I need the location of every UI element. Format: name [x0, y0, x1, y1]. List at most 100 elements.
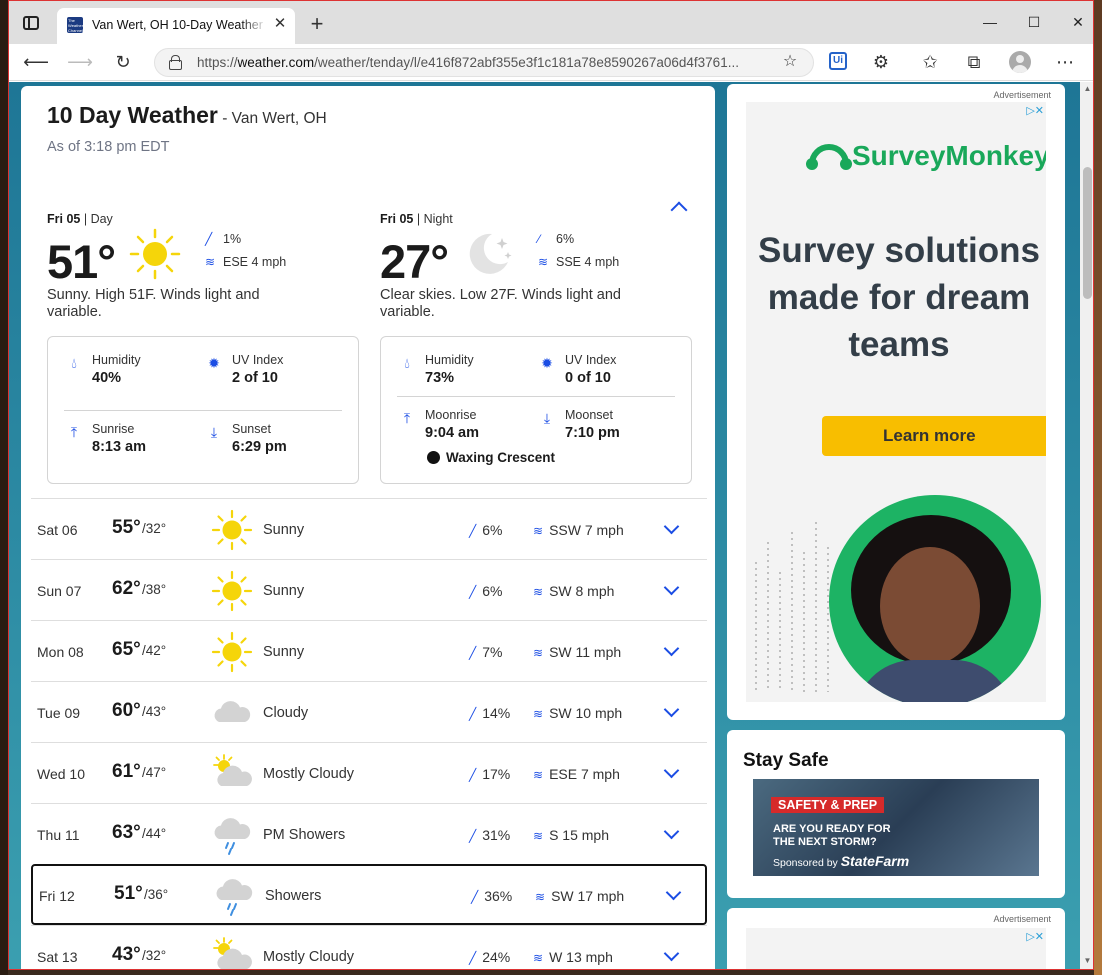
scroll-down-icon[interactable]: ▼ — [1083, 956, 1092, 965]
row-precip: ╱ 14% — [469, 705, 511, 721]
row-wind: ≋ S 15 mph — [533, 827, 609, 843]
expand-chevron-down-icon[interactable] — [663, 518, 680, 535]
expand-chevron-down-icon[interactable] — [663, 762, 680, 779]
new-tab-button[interactable]: + — [305, 13, 329, 37]
expand-chevron-down-icon[interactable] — [663, 823, 680, 840]
minimize-icon[interactable]: — — [975, 11, 1005, 33]
raindrop-icon: ╱ — [469, 707, 477, 721]
forecast-row[interactable]: Wed 10 61°/47° Mostly Cloudy ╱ 17% ≋ ESE 7 mph — [31, 742, 707, 803]
row-day: Mon 08 — [37, 644, 84, 660]
day-description: Sunny. High 51F. Winds light and variabl… — [47, 287, 260, 320]
wind-icon: ≋ — [205, 255, 216, 269]
raindrop-icon: ╱ — [469, 768, 477, 782]
details-divider — [64, 410, 342, 411]
humidity-icon: 💧︎ — [404, 355, 410, 371]
address-bar[interactable]: https://weather.com/weather/tenday/l/e41… — [154, 48, 814, 77]
row-condition: Sunny — [263, 522, 305, 538]
extensions-puzzle-icon[interactable]: ⚙ — [868, 50, 894, 74]
night-panel-date: Fri 05 | Night — [380, 212, 453, 226]
learn-more-button[interactable]: Learn more — [822, 416, 1046, 456]
row-wind: ≋ SSW 7 mph — [533, 522, 624, 538]
row-precip: ╱ 17% — [469, 766, 511, 782]
row-condition: PM Showers — [263, 827, 346, 843]
expand-chevron-down-icon[interactable] — [663, 640, 680, 657]
row-wind: ≋ SW 8 mph — [533, 583, 615, 599]
forecast-row[interactable]: Sun 07 62°/38° Sunny ╱ 6% ≋ SW 8 mph — [31, 559, 707, 620]
url-text[interactable]: https://weather.com/weather/tenday/l/e41… — [197, 55, 739, 70]
wind-icon: ≋ — [533, 829, 544, 843]
row-low-temp: /32° — [142, 948, 167, 963]
row-precip: ╱ 31% — [469, 827, 511, 843]
ad-choices-icon[interactable]: ▷✕ — [1026, 104, 1044, 117]
row-low-temp: /36° — [144, 887, 169, 902]
ad-label: Advertisement — [993, 90, 1051, 100]
refresh-icon[interactable]: ↻ — [110, 50, 136, 74]
row-condition: Cloudy — [263, 705, 309, 721]
ad-choices-icon[interactable]: ▷✕ — [1026, 930, 1044, 943]
advertisement-bottom[interactable]: Advertisement ▷✕ — [727, 908, 1065, 969]
scroll-thumb[interactable] — [1083, 167, 1092, 299]
moon-stars-icon — [469, 233, 512, 274]
row-wind: ≋ ESE 7 mph — [533, 766, 620, 782]
expand-chevron-down-icon[interactable] — [663, 579, 680, 596]
row-wind: ≋ SW 11 mph — [533, 644, 622, 660]
row-high-temp: 51° — [114, 883, 143, 904]
raindrop-icon: ╱ — [471, 890, 479, 904]
page-scrollbar[interactable]: ▲ ▼ — [1080, 82, 1093, 969]
stay-safe-module[interactable]: Stay Safe SAFETY & PREP ARE YOU READY FO… — [727, 730, 1065, 898]
expand-chevron-down-icon[interactable] — [663, 701, 680, 718]
day-panel-date: Fri 05 | Day — [47, 212, 113, 226]
forecast-row[interactable]: Mon 08 65°/42° Sunny ╱ 7% ≋ SW 11 mph — [31, 620, 707, 681]
address-toolbar: ⟵ ⟶ ↻ https://weather.com/weather/tenday… — [9, 44, 1093, 81]
favorites-icon[interactable]: ✩ — [917, 50, 943, 74]
showers-icon — [211, 814, 253, 856]
advertisement-surveymonkey[interactable]: Advertisement ▷✕ SurveyMonkey Survey sol… — [727, 84, 1065, 720]
maximize-icon[interactable]: ☐ — [1019, 11, 1049, 33]
ad-creative[interactable]: ▷✕ — [746, 928, 1046, 969]
row-high-temp: 61° — [112, 761, 141, 782]
lock-icon[interactable] — [169, 55, 182, 70]
close-tab-icon[interactable]: ✕ — [271, 15, 289, 33]
forecast-row[interactable]: Tue 09 60°/43° Cloudy ╱ 14% ≋ SW 10 mph — [31, 681, 707, 742]
page-title-main: 10 Day Weather — [47, 102, 218, 128]
more-menu-icon[interactable]: ⋯ — [1052, 50, 1078, 74]
close-window-icon[interactable]: ✕ — [1063, 11, 1093, 33]
ad-portrait-image — [829, 495, 1041, 702]
forecast-row[interactable]: Fri 12 51°/36° Showers ╱ 36% ≋ SW 17 mph — [31, 864, 707, 925]
back-icon[interactable]: ⟵ — [23, 50, 49, 74]
row-low-temp: /44° — [142, 826, 167, 841]
forecast-row[interactable]: Sat 13 43°/32° Mostly Cloudy ╱ 24% ≋ W 13 mph — [31, 925, 707, 969]
moonset-icon: ⤓ — [543, 410, 551, 426]
row-precip: ╱ 7% — [469, 644, 503, 660]
details-divider — [397, 396, 675, 397]
wind-icon: ≋ — [533, 524, 544, 538]
wind-icon: ≋ — [533, 585, 544, 599]
ten-day-card: 10 Day Weather - Van Wert, OH As of 3:18… — [21, 86, 715, 969]
collections-icon[interactable]: ⧉ — [961, 50, 987, 74]
profile-avatar-icon[interactable] — [1009, 51, 1031, 73]
tab-actions-icon[interactable] — [23, 16, 39, 30]
as-of-timestamp: As of 3:18 pm EDT — [47, 139, 170, 155]
expand-chevron-down-icon[interactable] — [665, 884, 682, 901]
add-favorite-icon[interactable]: ☆ — [777, 50, 803, 74]
surveymonkey-logo-icon — [806, 144, 852, 170]
row-day: Fri 12 — [39, 888, 75, 904]
forecast-row[interactable]: Sat 06 55°/32° Sunny ╱ 6% ≋ SSW 7 mph — [31, 498, 707, 559]
humidity-icon: 💧︎ — [71, 355, 77, 371]
day-precip: ╱ 1% — [205, 232, 242, 246]
ad-creative[interactable]: ▷✕ SurveyMonkey Survey solutions made fo… — [746, 102, 1046, 702]
forward-icon[interactable]: ⟶ — [67, 50, 93, 74]
row-wind: ≋ SW 10 mph — [533, 705, 623, 721]
expand-chevron-down-icon[interactable] — [663, 945, 680, 962]
today-night-panel: Fri 05 | Night 27° ⁄ 6% ≋ SSE 4 mph Clear … — [380, 212, 700, 320]
night-description: Clear skies. Low 27F. Winds light and va… — [380, 287, 621, 320]
showers-icon — [213, 875, 255, 917]
page-title: 10 Day Weather - Van Wert, OH — [47, 102, 327, 129]
forecast-row[interactable]: Thu 11 63°/44° PM Showers ╱ 31% ≋ S 15 mph — [31, 803, 707, 864]
scroll-up-icon[interactable]: ▲ — [1083, 84, 1092, 93]
safety-prep-banner[interactable]: SAFETY & PREP ARE YOU READY FOR THE NEXT… — [753, 779, 1039, 876]
extension-ui-icon[interactable]: Ui — [829, 52, 847, 70]
safety-question: ARE YOU READY FOR THE NEXT STORM? — [773, 823, 891, 848]
raindrop-icon: ╱ — [469, 951, 477, 965]
active-tab[interactable]: The Weather Channel Van Wert, OH 10-Day … — [57, 8, 295, 44]
